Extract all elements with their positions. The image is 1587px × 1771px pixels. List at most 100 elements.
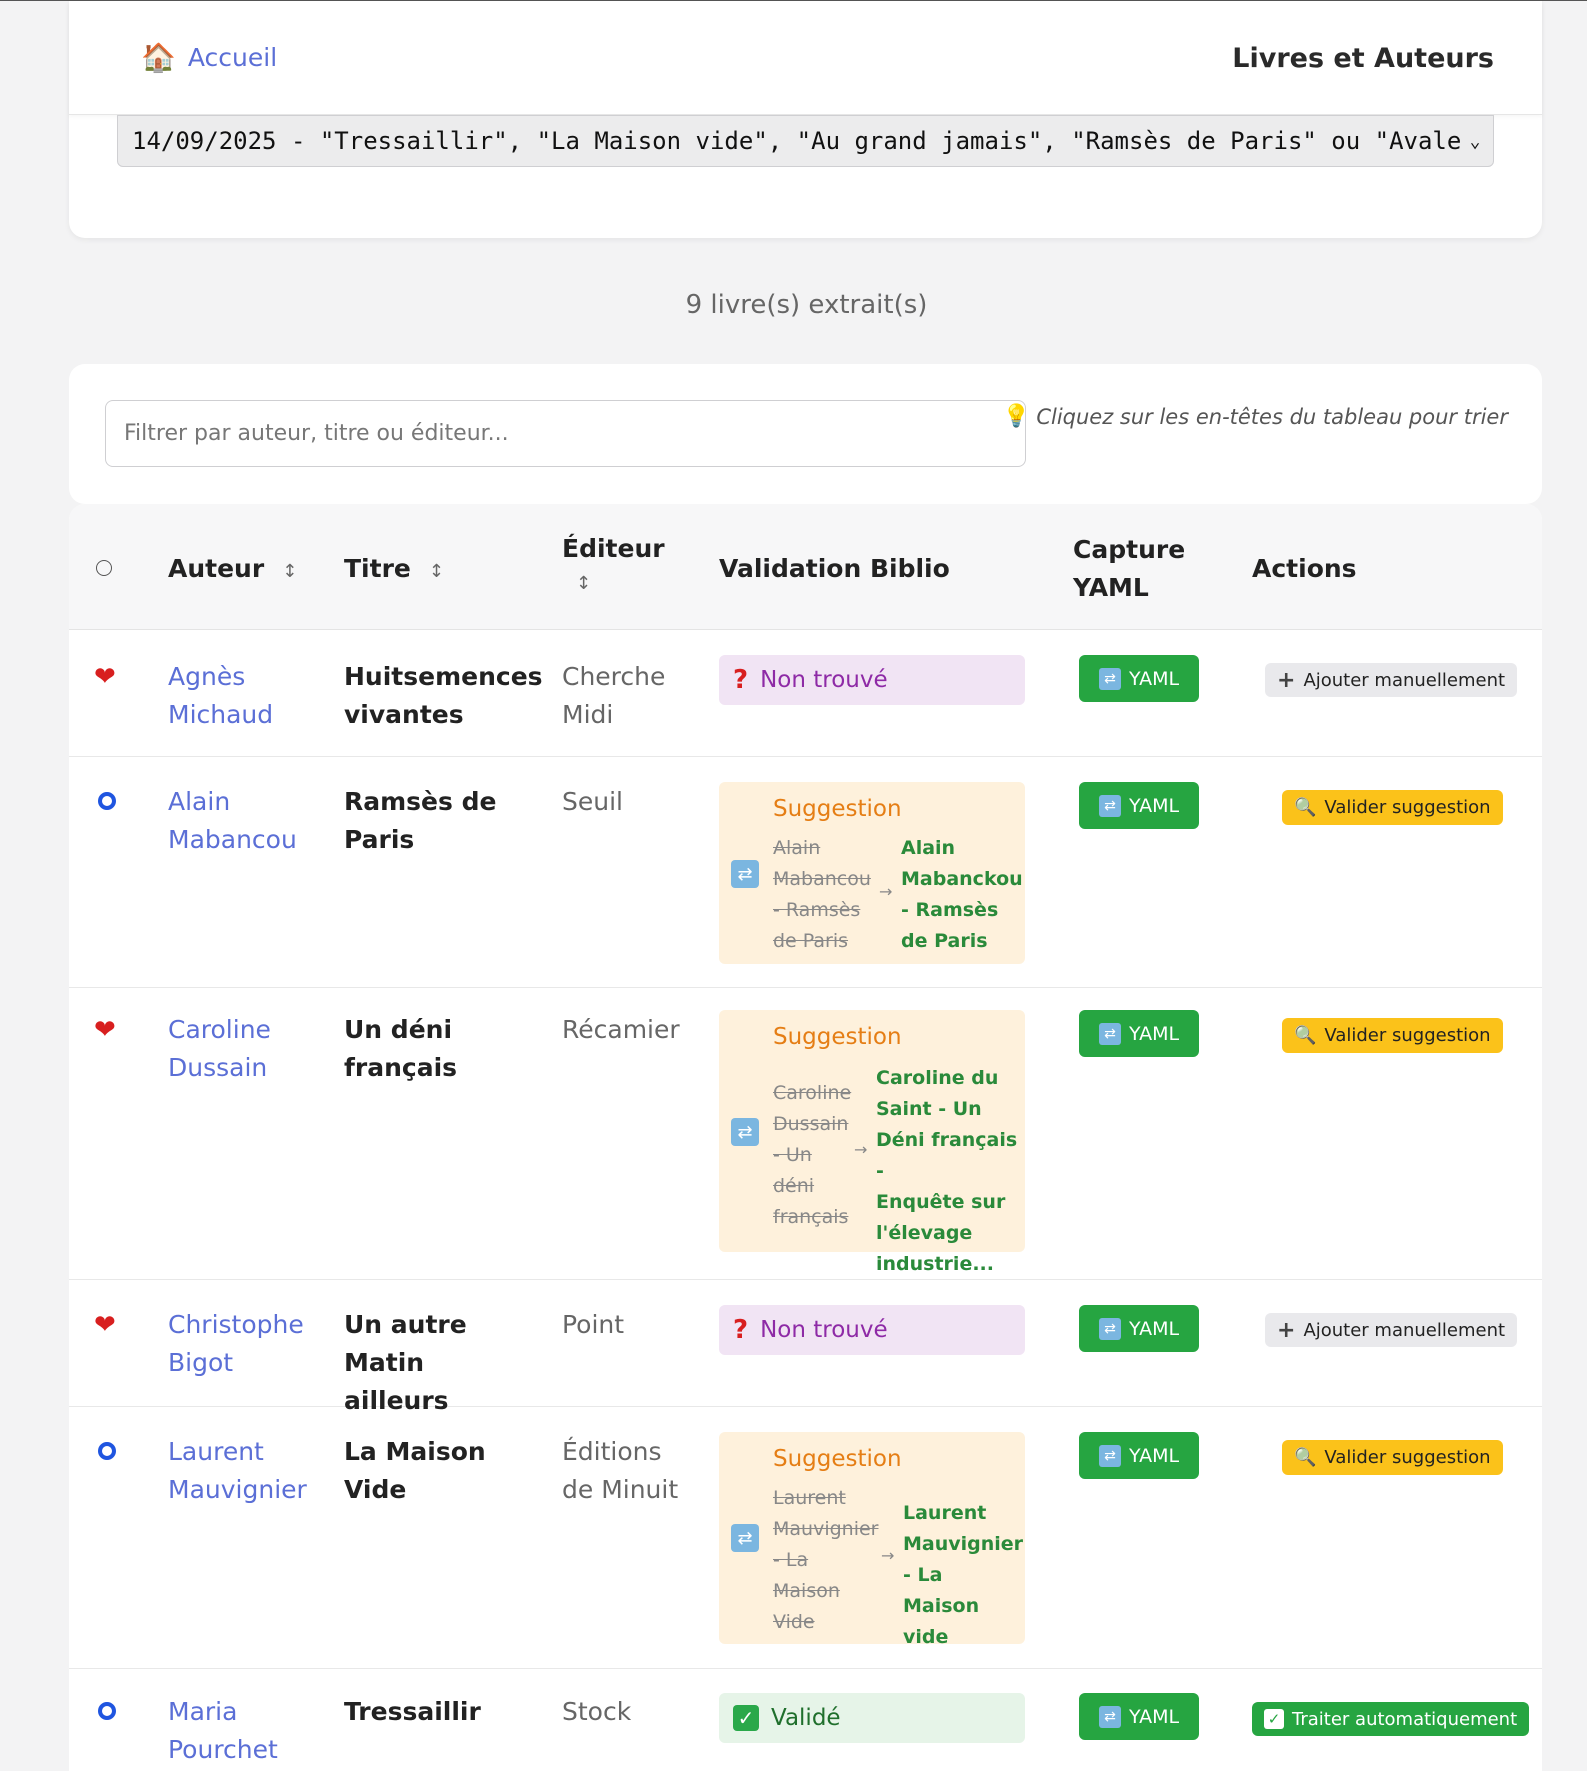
question-icon: ? [733, 665, 749, 695]
yaml-label: YAML [1128, 1022, 1180, 1045]
heart-icon[interactable]: ❤ [94, 664, 116, 690]
author-link[interactable]: Maria Pourchet [168, 1693, 318, 1769]
yaml-button[interactable]: ⇄ YAML [1079, 1305, 1199, 1352]
action-label: Valider suggestion [1324, 1025, 1491, 1046]
filter-card: 💡 Cliquez sur les en-têtes du tableau po… [69, 364, 1542, 504]
action-label: Traiter automatiquement [1292, 1708, 1518, 1730]
yaml-label: YAML [1128, 1317, 1180, 1340]
home-link[interactable]: 🏠 Accueil [141, 43, 277, 72]
header-title[interactable]: Titre ↕ [344, 550, 444, 591]
suggestion-new: Alain Mabanckou - Ramsès de Paris [901, 833, 1023, 957]
table-row: Laurent Mauvignier La Maison Vide Éditio… [69, 1407, 1542, 1669]
author-first: Christophe [168, 1310, 304, 1339]
extraction-select-value: 14/09/2025 - "Tressaillir", "La Maison v… [132, 127, 1463, 155]
check-icon: ✓ [1264, 1709, 1284, 1729]
new-line: - Ramsès [901, 899, 999, 921]
suggestion-label: Suggestion [773, 1446, 902, 1472]
yaml-button[interactable]: ⇄ YAML [1079, 1432, 1199, 1479]
author-last: Mabancou [168, 825, 297, 854]
validate-suggestion-button[interactable]: 🔍 Valider suggestion [1282, 790, 1503, 825]
filter-input[interactable] [105, 400, 1026, 467]
author-last: Michaud [168, 700, 274, 729]
old-line: de Paris [773, 930, 849, 952]
header-capture: Capture YAML [1073, 531, 1185, 607]
heart-icon[interactable]: ❤ [94, 1312, 116, 1338]
yaml-button[interactable]: ⇄ YAML [1079, 655, 1199, 702]
new-line: l'élevage [876, 1222, 973, 1244]
site-title: Livres et Auteurs [1232, 43, 1494, 74]
new-line: Mabanckou [901, 868, 1023, 890]
yaml-label: YAML [1128, 667, 1180, 690]
title-line: Un autre [344, 1310, 467, 1339]
navbar: 🏠 Accueil Livres et Auteurs [69, 1, 1542, 115]
publisher-line: Point [562, 1310, 625, 1339]
process-automatically-button[interactable]: ✓ Traiter automatiquement [1252, 1702, 1530, 1736]
author-link[interactable]: Alain Mabancou [168, 783, 318, 859]
question-icon: ? [733, 1315, 749, 1345]
yaml-label: YAML [1128, 1444, 1180, 1467]
table-row: Maria Pourchet Tressaillir Stock ✓ Valid… [69, 1669, 1542, 1771]
publisher: Point [562, 1306, 692, 1344]
sort-icon: ↕ [282, 561, 298, 582]
title-line: Huitsemences [344, 662, 543, 691]
author-first: Alain [168, 787, 231, 816]
title-line: Vide [344, 1475, 407, 1504]
table-row: ❤ Christophe Bigot Un autre Matin ailleu… [69, 1280, 1542, 1415]
status-badge: ? Non trouvé [719, 655, 1025, 705]
ring-icon[interactable] [98, 792, 116, 810]
extraction-select[interactable]: 14/09/2025 - "Tressaillir", "La Maison v… [117, 115, 1494, 167]
add-manually-button[interactable]: + Ajouter manuellement [1265, 663, 1518, 697]
validate-suggestion-button[interactable]: 🔍 Valider suggestion [1282, 1440, 1503, 1475]
new-line: Déni français - [876, 1129, 1018, 1182]
ring-icon[interactable] [98, 1442, 116, 1460]
book-title: Un autre Matin ailleurs [344, 1306, 534, 1420]
yaml-label: YAML [1128, 794, 1180, 817]
ring-icon[interactable] [98, 1702, 116, 1720]
yaml-button[interactable]: ⇄ YAML [1079, 1010, 1199, 1057]
select-all-circle-icon[interactable] [96, 560, 112, 576]
header-author-label: Auteur [168, 554, 265, 583]
action-label: Valider suggestion [1324, 797, 1491, 818]
sync-icon: ⇄ [1098, 1444, 1121, 1467]
header-capture-line2: YAML [1073, 573, 1149, 602]
sync-icon: ⇄ [1098, 667, 1121, 690]
new-line: Laurent [903, 1502, 987, 1524]
author-link[interactable]: Agnès Michaud [168, 658, 318, 734]
plus-icon: + [1277, 1317, 1296, 1343]
suggestion-old: Alain Mabancou - Ramsès de Paris [773, 833, 871, 957]
author-link[interactable]: Christophe Bigot [168, 1306, 318, 1382]
publisher-line: Récamier [562, 1015, 680, 1044]
heart-icon[interactable]: ❤ [94, 1017, 116, 1043]
status-text: Non trouvé [760, 1317, 888, 1343]
header-author[interactable]: Auteur ↕ [168, 550, 297, 591]
author-link[interactable]: Caroline Dussain [168, 1011, 318, 1087]
author-last: Bigot [168, 1348, 234, 1377]
title-line: Paris [344, 825, 415, 854]
sync-icon: ⇄ [731, 1118, 759, 1146]
new-line: Enquête sur [876, 1191, 1006, 1213]
validate-suggestion-button[interactable]: 🔍 Valider suggestion [1282, 1018, 1503, 1053]
author-link[interactable]: Laurent Mauvignier [168, 1433, 318, 1509]
new-line: Alain [901, 837, 956, 859]
add-manually-button[interactable]: + Ajouter manuellement [1265, 1313, 1518, 1347]
sync-icon: ⇄ [1098, 1705, 1121, 1728]
book-title: Tressaillir [344, 1693, 534, 1731]
chevron-down-icon: ⌄ [1469, 130, 1481, 152]
header-publisher[interactable]: Éditeur ↕ [562, 530, 665, 600]
author-last: Dussain [168, 1053, 268, 1082]
old-line: Vide [773, 1611, 815, 1633]
title-line: français [344, 1053, 458, 1082]
plus-icon: + [1277, 667, 1296, 693]
action-label: Ajouter manuellement [1303, 1319, 1506, 1341]
title-line: La Maison [344, 1437, 486, 1466]
house-icon: 🏠 [141, 40, 176, 74]
check-icon: ✓ [733, 1705, 759, 1731]
table-row: ❤ Agnès Michaud Huitsemences vivantes Ch… [69, 630, 1542, 757]
author-first: Agnès [168, 662, 246, 691]
author-first: Laurent [168, 1437, 264, 1466]
yaml-button[interactable]: ⇄ YAML [1079, 782, 1199, 829]
sync-icon: ⇄ [731, 860, 759, 888]
yaml-button[interactable]: ⇄ YAML [1079, 1693, 1199, 1740]
action-label: Ajouter manuellement [1303, 669, 1506, 691]
new-line: Mauvignier [903, 1533, 1024, 1555]
